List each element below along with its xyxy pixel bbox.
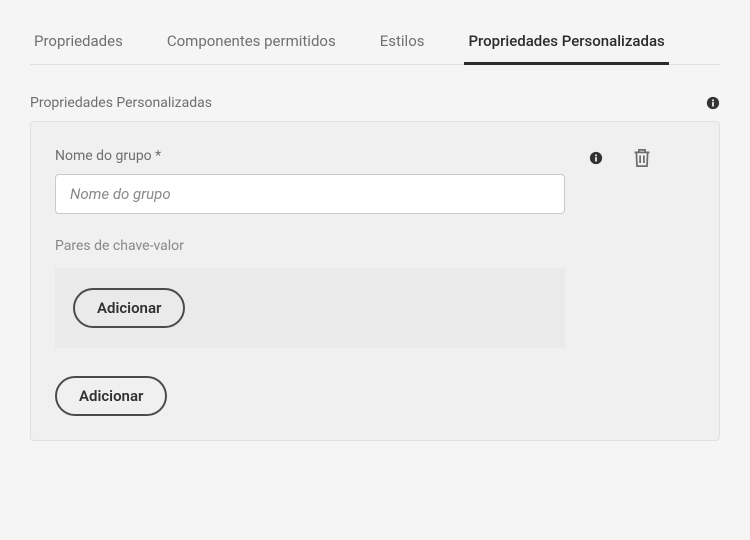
group-name-input[interactable] xyxy=(55,174,565,214)
section-title: Propriedades Personalizadas xyxy=(30,95,212,111)
tab-styles[interactable]: Estilos xyxy=(376,20,429,64)
info-icon[interactable] xyxy=(706,96,720,110)
section-header: Propriedades Personalizadas xyxy=(30,95,720,111)
key-value-pairs-label: Pares de chave-valor xyxy=(55,238,695,254)
tab-allowed-components[interactable]: Componentes permitidos xyxy=(163,20,340,64)
tab-custom-properties[interactable]: Propriedades Personalizadas xyxy=(464,20,668,64)
tab-bar: Propriedades Componentes permitidos Esti… xyxy=(30,20,720,65)
key-value-pairs-panel: Adicionar xyxy=(55,268,565,348)
group-name-row: Nome do grupo * xyxy=(55,148,695,214)
trash-icon[interactable] xyxy=(633,148,651,168)
add-kv-button[interactable]: Adicionar xyxy=(73,288,185,328)
tab-properties[interactable]: Propriedades xyxy=(30,20,127,64)
custom-properties-panel: Nome do grupo * Pares de chave-valor Adi… xyxy=(30,121,720,441)
info-icon[interactable] xyxy=(589,151,603,165)
group-name-label: Nome do grupo * xyxy=(55,148,565,164)
add-group-button[interactable]: Adicionar xyxy=(55,376,167,416)
